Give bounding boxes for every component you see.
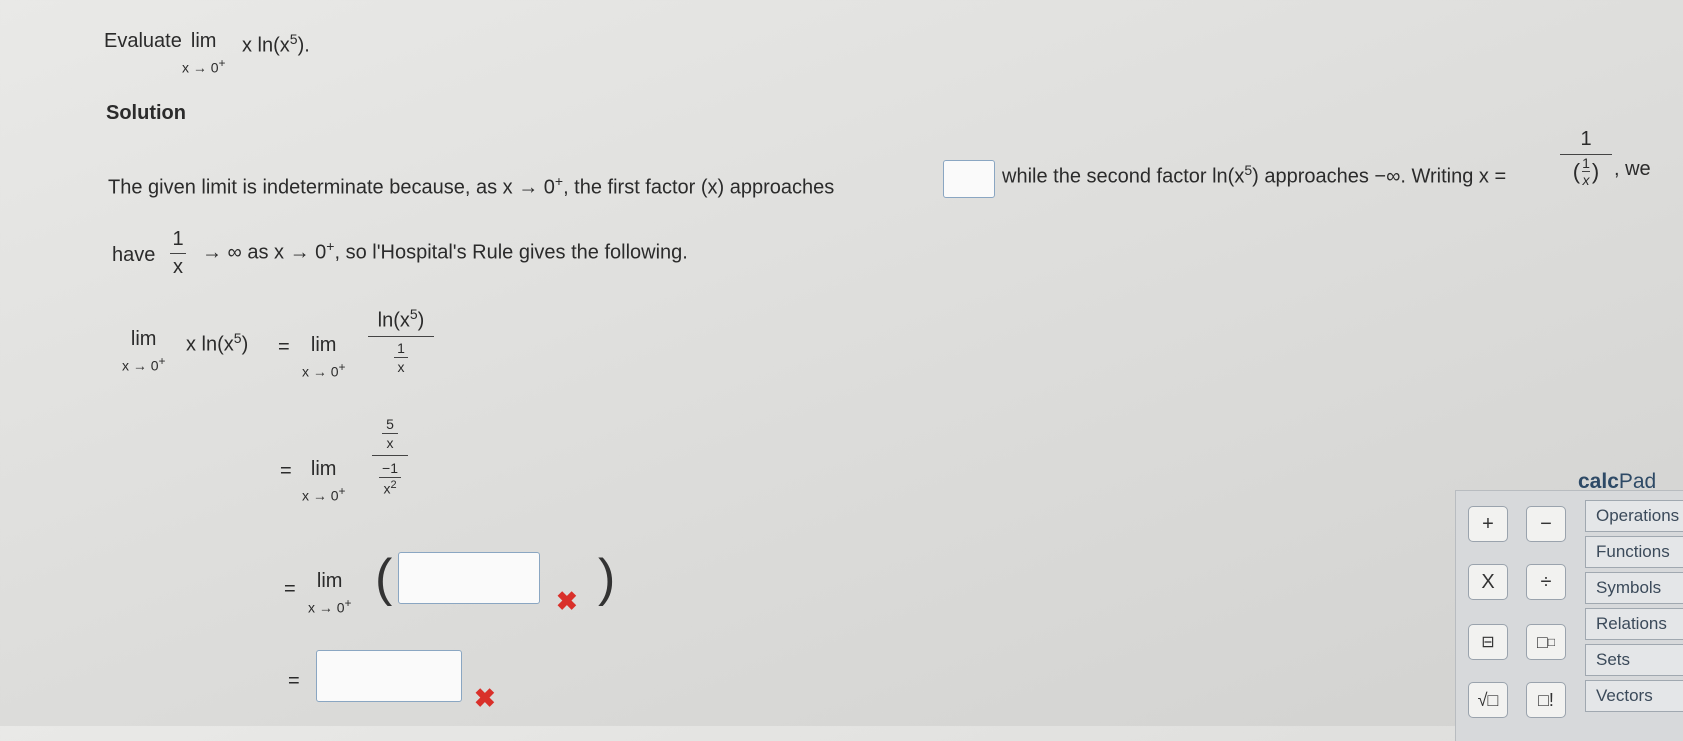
tab-functions[interactable]: Functions <box>1585 536 1683 568</box>
step2-limit: lim x → 0+ <box>302 458 346 504</box>
step3-open-paren: ( <box>375 549 393 607</box>
sqrt-button[interactable]: √□ <box>1468 682 1508 718</box>
step3-limit: lim x → 0+ <box>308 570 352 616</box>
final-incorrect-icon: ✖ <box>474 683 496 713</box>
tab-operations[interactable]: Operations <box>1585 500 1683 532</box>
step2-fraction: 5 x −1 x2 <box>372 416 408 497</box>
problem-statement: Evaluate <box>104 30 182 53</box>
lim-subscript: x → 0+ <box>182 57 226 76</box>
step4-equals: = <box>288 670 300 692</box>
step1-rhs-limit: lim x → 0+ <box>302 334 346 380</box>
problem-limit: lim x → 0+ <box>182 30 225 76</box>
step3-incorrect-icon: ✖ <box>556 586 578 616</box>
step1-fraction: ln(x5) 1 x <box>368 306 434 375</box>
tab-vectors[interactable]: Vectors <box>1585 680 1683 712</box>
fraction-button[interactable]: ⊟ <box>1468 624 1508 660</box>
tab-relations[interactable]: Relations <box>1585 608 1683 640</box>
step1-equals: = <box>278 336 290 358</box>
solution-line-1b: while the second factor ln(x5) approache… <box>1002 162 1507 188</box>
step1-lhs-limit: lim x → 0+ <box>122 328 166 374</box>
minus-button[interactable]: − <box>1526 506 1566 542</box>
writing-x-fraction: 1 ( 1x ) <box>1560 128 1612 188</box>
problem-expression: x ln(x5). <box>242 31 310 57</box>
factorial-button[interactable]: □! <box>1526 682 1566 718</box>
solution-heading: Solution <box>106 102 186 124</box>
answer-box-step3[interactable] <box>398 552 540 604</box>
one-over-x: 1 x <box>170 228 186 279</box>
step1-lhs-expression: x ln(x5) <box>186 330 249 356</box>
divide-button[interactable]: ÷ <box>1526 564 1566 600</box>
tab-symbols[interactable]: Symbols <box>1585 572 1683 604</box>
step2-equals: = <box>280 460 292 482</box>
solution-line-1c: , we <box>1614 158 1651 180</box>
evaluate-label: Evaluate <box>104 30 182 52</box>
tab-sets[interactable]: Sets <box>1585 644 1683 676</box>
step3-close-paren: ) <box>598 549 616 607</box>
solution-line-2b: → ∞ as x → 0+, so l'Hospital's Rule give… <box>202 238 688 264</box>
lim-label: lim <box>190 30 217 52</box>
times-button[interactable]: X <box>1468 564 1508 600</box>
solution-line-1a: The given limit is indeterminate because… <box>108 173 835 199</box>
power-button[interactable]: □ □ <box>1526 624 1566 660</box>
solution-line-2-have: have <box>112 244 156 266</box>
answer-box-final[interactable] <box>316 650 462 702</box>
plus-button[interactable]: + <box>1468 506 1508 542</box>
answer-box-first-factor[interactable] <box>943 160 995 198</box>
step3-equals: = <box>284 578 296 600</box>
